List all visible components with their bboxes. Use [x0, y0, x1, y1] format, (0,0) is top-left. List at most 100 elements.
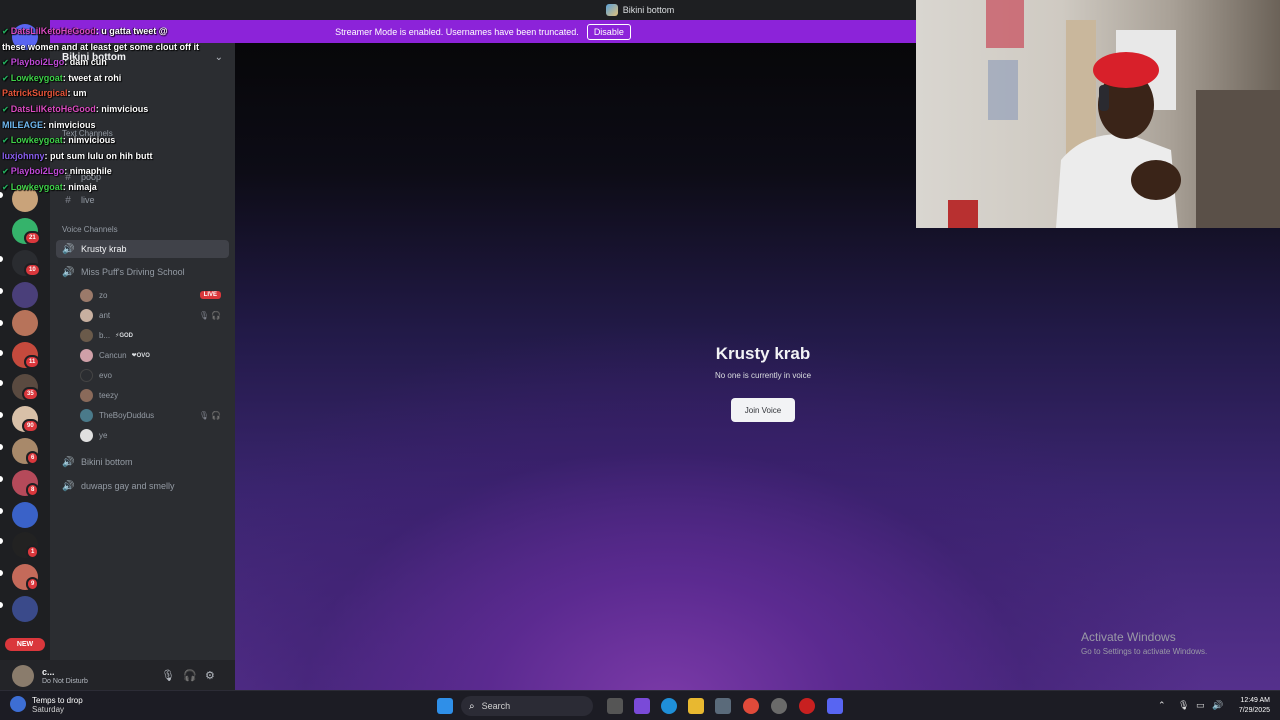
- window-title: Bikini bottom: [622, 5, 675, 15]
- volume-icon[interactable]: 🔊: [1212, 700, 1223, 711]
- unread-indicator: [0, 350, 3, 356]
- voice-user-ye[interactable]: ye: [80, 427, 225, 443]
- mention-badge: 6: [26, 451, 40, 465]
- voice-user-evo[interactable]: evo: [80, 367, 225, 383]
- join-voice-button[interactable]: Join Voice: [731, 398, 795, 422]
- chat-text: : nimvicious: [62, 135, 116, 146]
- avatar: [80, 348, 93, 362]
- new-servers-pill[interactable]: NEW: [5, 638, 45, 651]
- chrome-icon[interactable]: [743, 698, 759, 714]
- task-view-icon[interactable]: [607, 698, 623, 714]
- disable-streamer-mode-button[interactable]: Disable: [586, 23, 631, 40]
- server-icon[interactable]: [12, 502, 38, 528]
- server-icon[interactable]: [12, 596, 38, 622]
- avatar[interactable]: [12, 665, 34, 687]
- server-icon[interactable]: [12, 310, 38, 336]
- check-icon: ✔: [2, 182, 9, 192]
- channel-name: Miss Puff's Driving School: [81, 267, 185, 277]
- check-icon: ✔: [2, 58, 9, 68]
- weather-widget[interactable]: Temps to drop Saturday: [10, 696, 83, 714]
- check-icon: ✔: [2, 136, 9, 146]
- chevron-up-icon[interactable]: ⌃: [1158, 700, 1166, 711]
- avatar: [80, 408, 93, 422]
- avatar: [80, 388, 93, 402]
- webcam-overlay: [916, 0, 1280, 228]
- mention-badge: 35: [22, 387, 39, 401]
- avatar: [80, 308, 93, 322]
- category-voice-channels[interactable]: Voice Channels: [62, 225, 118, 234]
- voice-channel-bikini-bottom[interactable]: 🔊 Bikini bottom: [56, 453, 229, 471]
- check-icon: ✔: [2, 27, 9, 36]
- voice-channel-krusty-krab[interactable]: 🔊 Krusty krab: [56, 240, 229, 258]
- taskbar-search[interactable]: ⌕ Search: [461, 696, 593, 716]
- voice-user-name: b...: [99, 330, 111, 340]
- headphones-icon[interactable]: 🎧: [183, 669, 197, 682]
- store-icon[interactable]: [715, 698, 731, 714]
- speaker-icon: 🔊: [62, 456, 75, 468]
- unread-indicator: [0, 380, 3, 386]
- unread-indicator: [0, 476, 3, 482]
- clock-date: 7/29/2025: [1238, 707, 1270, 714]
- voice-user-name: ye: [99, 430, 108, 440]
- voice-user-ant[interactable]: ant 🎙🎧: [80, 307, 225, 323]
- discord-icon[interactable]: [827, 698, 843, 714]
- gear-icon[interactable]: ⚙: [205, 669, 215, 682]
- chat-message: ✔ Lowkeygoat: tweet at rohi: [2, 71, 242, 87]
- speaker-icon: 🔊: [62, 266, 75, 278]
- current-user-name[interactable]: c...: [42, 667, 55, 677]
- user-panel: c... Do Not Disturb 🎙 🎧 ⚙: [0, 660, 235, 690]
- unread-indicator: [0, 508, 3, 514]
- check-icon: ✔: [2, 73, 9, 83]
- voice-user-name: zo: [99, 290, 108, 300]
- activate-windows-title: Activate Windows: [1081, 630, 1176, 644]
- edge-icon[interactable]: [661, 698, 677, 714]
- microphone-icon[interactable]: 🎙: [161, 669, 175, 682]
- voice-user-cancun[interactable]: Cancun ❤OVO: [80, 347, 225, 363]
- mention-badge: 11: [24, 355, 41, 369]
- speaker-icon: 🔊: [62, 480, 75, 492]
- voice-user-theboyduddus[interactable]: TheBoyDuddus 🎙🎧: [80, 407, 225, 423]
- chat-username: DatsLilKetoHeGood: [10, 26, 96, 36]
- unread-indicator: [0, 288, 3, 294]
- server-icon: [605, 4, 618, 16]
- streamer-banner-message: Streamer Mode is enabled. Usernames have…: [335, 26, 579, 37]
- chat-message: MILEAGE: nimvicious: [2, 118, 242, 134]
- voice-user-b[interactable]: b... ⚡GOD: [80, 327, 225, 343]
- current-user-status: Do Not Disturb: [42, 678, 88, 685]
- chat-username: DatsLilKetoHeGood: [10, 103, 96, 114]
- opera-icon[interactable]: [799, 698, 815, 714]
- voice-user-name: TheBoyDuddus: [99, 410, 155, 420]
- activate-windows-subtitle: Go to Settings to activate Windows.: [1081, 647, 1208, 656]
- voice-user-teezy[interactable]: teezy: [80, 387, 225, 403]
- mention-badge: 8: [26, 483, 40, 497]
- chat-text: these women and at least get some clout …: [2, 41, 200, 52]
- muted-deafened-icon: 🎙🎧: [198, 410, 223, 420]
- avatar: [80, 328, 93, 342]
- app-icon[interactable]: [771, 698, 787, 714]
- voice-channel-miss-puffs[interactable]: 🔊 Miss Puff's Driving School: [56, 263, 229, 281]
- stream-chat-overlay: ✔ DatsLilKetoHeGood: u gatta tweet @ thes…: [2, 24, 242, 196]
- clock-time: 12:49 AM: [1240, 697, 1270, 704]
- unread-indicator: [0, 320, 3, 326]
- voice-channel-duwaps[interactable]: 🔊 duwaps gay and smelly: [56, 477, 229, 495]
- chat-message: ✔ Lowkeygoat: nimvicious: [2, 133, 242, 149]
- taskbar-clock[interactable]: 12:49 AM 7/29/2025: [1226, 696, 1270, 716]
- chat-message: ✔ Lowkeygoat: nimaja: [2, 180, 242, 196]
- user-tag: ⚡GOD: [115, 332, 134, 339]
- copilot-icon[interactable]: [634, 698, 650, 714]
- chat-username: MILEAGE: [2, 119, 44, 130]
- server-icon[interactable]: [12, 282, 38, 308]
- unread-indicator: [0, 412, 3, 418]
- hashtag-icon: #: [65, 194, 71, 206]
- activate-windows-watermark: Activate Windows Go to Settings to activ…: [1081, 630, 1207, 656]
- mention-badge: 1: [26, 545, 40, 559]
- search-icon: ⌕: [469, 700, 475, 712]
- chat-username: Lowkeygoat: [10, 181, 63, 192]
- chat-message: these women and at least get some clout …: [2, 40, 242, 56]
- network-icon[interactable]: ▭: [1196, 700, 1205, 711]
- file-explorer-icon[interactable]: [688, 698, 704, 714]
- voice-user-zo[interactable]: zo LIVE: [80, 287, 225, 303]
- microphone-icon[interactable]: 🎙: [1178, 700, 1189, 711]
- user-tag: ❤OVO: [131, 352, 150, 359]
- windows-start-icon[interactable]: [437, 698, 453, 714]
